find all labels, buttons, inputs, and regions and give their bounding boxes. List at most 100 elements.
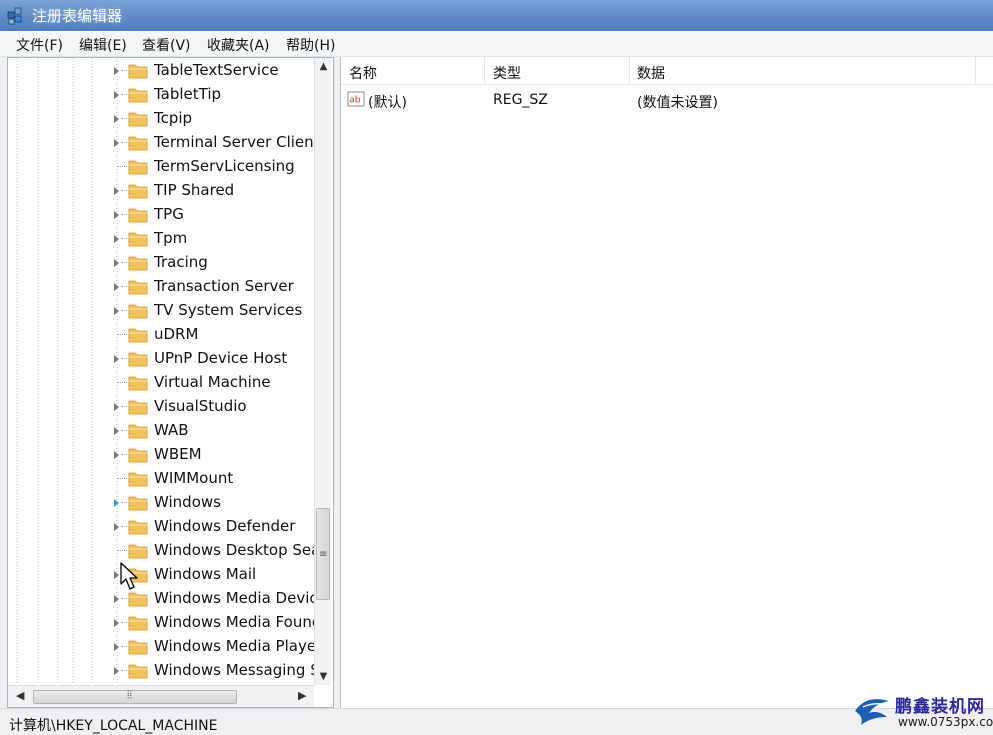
expand-arrow-icon[interactable] — [114, 499, 119, 507]
folder-icon — [128, 664, 148, 679]
vertical-scroll-thumb[interactable]: ≡ — [316, 508, 330, 600]
folder-icon — [128, 232, 148, 247]
tree-connector-line — [121, 526, 127, 527]
tree-item[interactable]: Windows Media Device — [8, 587, 327, 611]
menu-file[interactable]: 文件(F) — [16, 35, 63, 55]
expand-arrow-icon[interactable] — [114, 91, 119, 99]
menu-view[interactable]: 查看(V) — [142, 35, 191, 55]
tree-connector-line — [121, 454, 127, 455]
tree-item[interactable]: Windows Messaging S — [8, 659, 320, 683]
tree-item[interactable]: Terminal Server Client — [8, 131, 320, 155]
column-separator[interactable] — [975, 57, 976, 85]
tree-item[interactable]: WBEM — [8, 443, 318, 467]
tree-connector-line — [121, 646, 127, 647]
tree-item-label: WIMMount — [154, 469, 234, 487]
tree-item[interactable]: TIP Shared — [8, 179, 318, 203]
expand-arrow-icon[interactable] — [114, 643, 119, 651]
column-separator[interactable] — [629, 57, 630, 85]
folder-icon — [128, 520, 148, 535]
menu-edit[interactable]: 编辑(E) — [79, 35, 127, 55]
folder-icon — [128, 496, 148, 511]
expand-arrow-icon[interactable] — [114, 259, 119, 267]
tree-connector-line — [117, 382, 127, 383]
tree-item-label: WAB — [154, 421, 189, 439]
list-row[interactable]: ab (默认) REG_SZ (数值未设置) — [341, 88, 993, 112]
folder-icon — [128, 64, 148, 79]
tree-connector-line — [121, 142, 127, 143]
expand-arrow-icon[interactable] — [114, 523, 119, 531]
tree-item[interactable]: Windows Media Player — [8, 635, 322, 659]
column-type[interactable]: 类型 — [493, 63, 521, 83]
svg-text:ab: ab — [349, 96, 361, 106]
menu-help[interactable]: 帮助(H) — [286, 35, 335, 55]
expand-arrow-icon[interactable] — [114, 667, 119, 675]
watermark-url: www.0753px.com — [898, 715, 993, 729]
tree-item[interactable]: Tpm — [8, 227, 318, 251]
expand-arrow-icon[interactable] — [114, 619, 119, 627]
expand-arrow-icon[interactable] — [114, 115, 119, 123]
tree-item[interactable]: Windows Mail — [8, 563, 318, 587]
tree-connector-line — [121, 238, 127, 239]
column-separator[interactable] — [484, 57, 485, 85]
folder-icon — [128, 280, 148, 295]
folder-icon — [128, 592, 148, 607]
tree-connector-line — [121, 406, 127, 407]
tree-item[interactable]: Windows Defender — [8, 515, 318, 539]
tree-item[interactable]: uDRM — [8, 323, 318, 347]
folder-icon — [128, 640, 148, 655]
expand-arrow-icon[interactable] — [114, 595, 119, 603]
tree-horizontal-scrollbar[interactable]: ◀ ⦙⦙ ▶ — [8, 685, 314, 707]
expand-arrow-icon[interactable] — [114, 451, 119, 459]
expand-arrow-icon[interactable] — [114, 139, 119, 147]
tree-item[interactable]: Windows — [8, 491, 318, 515]
expand-arrow-icon[interactable] — [114, 235, 119, 243]
string-value-icon: ab — [347, 91, 365, 107]
tree-item[interactable]: TabletTip — [8, 83, 318, 107]
tree-item[interactable]: TV System Services — [8, 299, 318, 323]
registry-key-tree[interactable]: TableTextService TabletTip Tcpip Terminal S… — [7, 57, 334, 708]
expand-arrow-icon[interactable] — [114, 403, 119, 411]
expand-arrow-icon[interactable] — [114, 307, 119, 315]
tree-item[interactable]: Tracing — [8, 251, 318, 275]
tree-item[interactable]: WAB — [8, 419, 318, 443]
tree-item[interactable]: WIMMount — [8, 467, 318, 491]
tree-vertical-scrollbar[interactable]: ▲ ≡ ▼ — [314, 58, 331, 685]
registry-values-list[interactable]: 名称 类型 数据 ab (默认) REG_SZ (数值未设置) — [340, 57, 993, 708]
tree-connector-line — [121, 598, 127, 599]
expand-arrow-icon[interactable] — [114, 187, 119, 195]
menu-favorites[interactable]: 收藏夹(A) — [207, 35, 270, 55]
scroll-up-arrow-icon[interactable]: ▲ — [315, 58, 332, 75]
tree-item[interactable]: TableTextService — [8, 59, 318, 83]
horizontal-scroll-thumb[interactable]: ⦙⦙ — [33, 688, 237, 704]
tree-item[interactable]: VisualStudio — [8, 395, 318, 419]
tree-item[interactable]: Tcpip — [8, 107, 318, 131]
tree-item[interactable]: Transaction Server — [8, 275, 318, 299]
folder-icon — [128, 184, 148, 199]
scroll-left-arrow-icon[interactable]: ◀ — [16, 689, 24, 702]
tree-connector-line — [121, 262, 127, 263]
tree-item[interactable]: Virtual Machine — [8, 371, 318, 395]
status-bar: 计算机\HKEY_LOCAL_MACHINE — [0, 708, 993, 735]
tree-item[interactable]: TPG — [8, 203, 318, 227]
column-data[interactable]: 数据 — [637, 63, 665, 83]
folder-icon — [128, 616, 148, 631]
tree-item-label: TabletTip — [154, 85, 222, 103]
tree-item-label: UPnP Device Host — [154, 349, 288, 367]
tree-item[interactable]: TermServLicensing — [8, 155, 318, 179]
expand-arrow-icon[interactable] — [114, 67, 119, 75]
expand-arrow-icon[interactable] — [114, 427, 119, 435]
tree-item[interactable]: Windows Desktop Sea — [8, 539, 320, 563]
tree-item[interactable]: UPnP Device Host — [8, 347, 318, 371]
scroll-down-arrow-icon[interactable]: ▼ — [315, 668, 332, 685]
tree-item-label: Tracing — [154, 253, 208, 271]
folder-icon — [128, 304, 148, 319]
scroll-right-arrow-icon[interactable]: ▶ — [298, 689, 306, 702]
folder-icon — [128, 448, 148, 463]
folder-icon — [128, 136, 148, 151]
expand-arrow-icon[interactable] — [114, 283, 119, 291]
column-name[interactable]: 名称 — [349, 63, 377, 83]
tree-item-label: Windows Mail — [154, 565, 257, 583]
tree-item[interactable]: Windows Media Found — [8, 611, 321, 635]
expand-arrow-icon[interactable] — [114, 211, 119, 219]
expand-arrow-icon[interactable] — [114, 355, 119, 363]
